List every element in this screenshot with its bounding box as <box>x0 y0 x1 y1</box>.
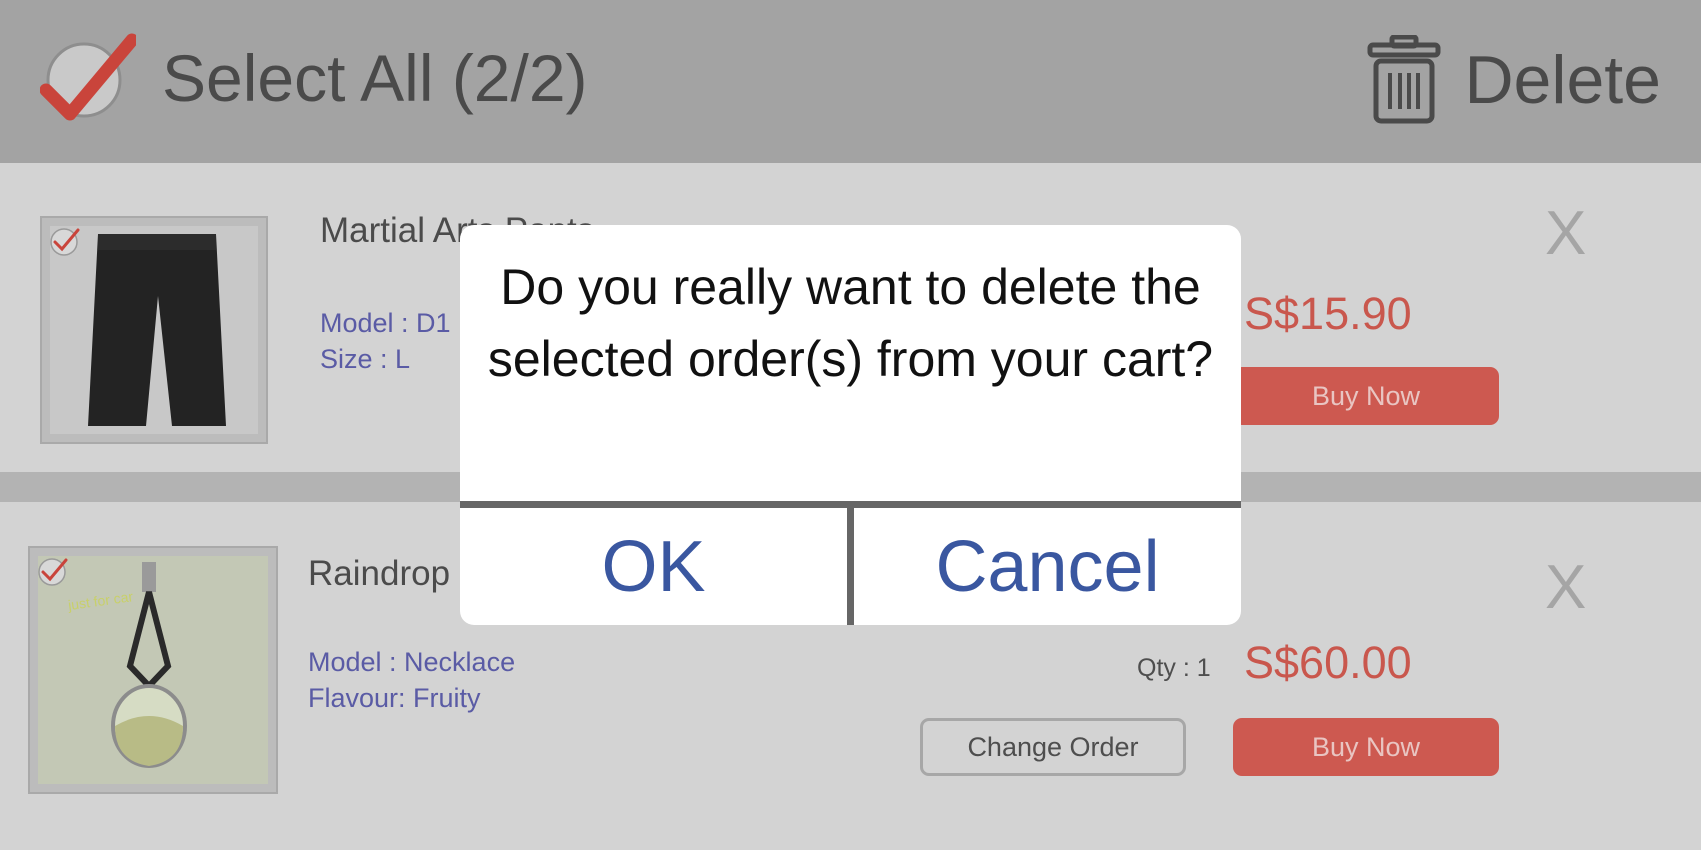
product-model: Model : D1 <box>320 308 451 338</box>
item-check-icon[interactable] <box>36 554 70 588</box>
buy-now-button[interactable]: Buy Now <box>1233 718 1499 776</box>
buy-now-button[interactable]: Buy Now <box>1233 367 1499 425</box>
remove-item-button[interactable]: X <box>1545 198 1586 269</box>
select-all-label: Select All (2/2) <box>162 41 588 115</box>
product-price: S$60.00 <box>1244 637 1412 688</box>
trash-icon <box>1367 35 1441 124</box>
delete-label: Delete <box>1464 42 1661 118</box>
product-thumbnail[interactable] <box>40 216 268 444</box>
cancel-button[interactable]: Cancel <box>854 508 1241 625</box>
item-check-icon[interactable] <box>48 224 82 258</box>
product-price: S$15.90 <box>1244 288 1412 339</box>
dialog-button-divider <box>847 501 854 625</box>
delete-confirm-dialog: Do you really want to delete the selecte… <box>460 225 1241 625</box>
remove-item-button[interactable]: X <box>1545 552 1586 623</box>
delete-button[interactable]: Delete <box>1366 30 1661 130</box>
product-size: Size : L <box>320 344 411 374</box>
change-order-button[interactable]: Change Order <box>920 718 1186 776</box>
cart-header: Select All (2/2) Delete <box>0 0 1701 163</box>
select-all-toggle[interactable]: Select All (2/2) <box>40 28 588 128</box>
product-model: Model : Necklace <box>308 647 516 677</box>
dialog-message: Do you really want to delete the selecte… <box>487 259 1214 387</box>
ok-button[interactable]: OK <box>460 508 847 625</box>
product-flavour: Flavour: Fruity <box>308 683 481 713</box>
product-quantity: Qty : 1 <box>1137 654 1211 682</box>
product-title: Raindrop <box>308 554 451 593</box>
checkbox-checked-icon <box>40 33 136 121</box>
necklace-image: just for car <box>38 556 268 784</box>
product-thumbnail[interactable]: just for car <box>28 546 278 794</box>
